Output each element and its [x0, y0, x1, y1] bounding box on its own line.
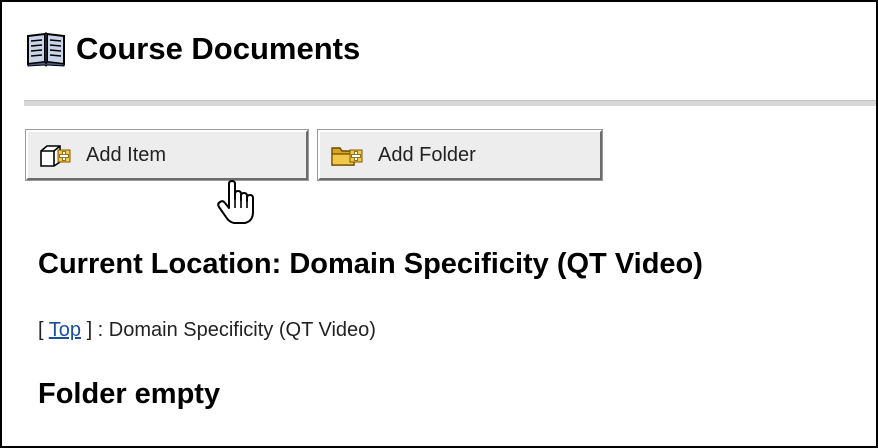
breadcrumb-open-bracket: [	[38, 319, 49, 341]
breadcrumb: [ Top ] : Domain Specificity (QT Video)	[38, 320, 376, 340]
add-folder-icon	[331, 147, 363, 166]
breadcrumb-top-link[interactable]: Top	[49, 319, 81, 341]
page-header: Course Documents	[26, 22, 360, 74]
current-location-heading: Current Location: Domain Specificity (QT…	[38, 248, 703, 280]
folder-empty-message: Folder empty	[38, 378, 221, 410]
add-folder-button[interactable]: Add Folder	[318, 130, 602, 180]
hand-pointer-icon	[217, 180, 254, 224]
add-item-icon	[40, 145, 71, 167]
add-folder-label: Add Folder	[378, 143, 476, 166]
add-item-label: Add Item	[86, 143, 167, 166]
page-title: Course Documents	[76, 30, 361, 66]
add-item-button[interactable]: Add Item	[26, 130, 308, 180]
course-documents-panel: Course Documents Add Item Add Folder Cur…	[0, 0, 878, 448]
book-icon	[27, 32, 65, 67]
header-divider	[24, 100, 876, 106]
breadcrumb-current: ] : Domain Specificity (QT Video)	[81, 319, 376, 341]
